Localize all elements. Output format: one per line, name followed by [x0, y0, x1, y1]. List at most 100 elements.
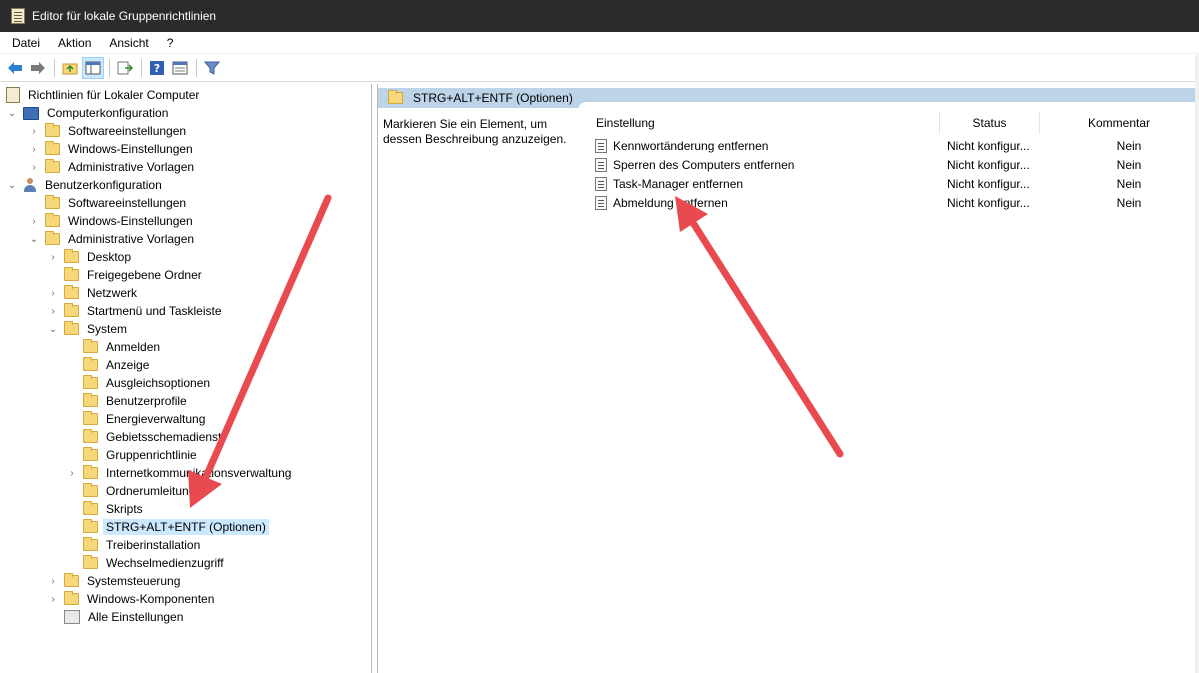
folder-icon	[83, 537, 98, 551]
tree-item-c-windows[interactable]: › Windows-Einstellungen	[28, 140, 196, 158]
chevron-right-icon[interactable]: ›	[28, 161, 40, 173]
chevron-right-icon[interactable]: ›	[28, 143, 40, 155]
properties-view-button[interactable]	[169, 57, 191, 79]
column-header-kommentar[interactable]: Kommentar	[1040, 112, 1198, 134]
chevron-down-icon[interactable]: ⌄	[6, 179, 18, 191]
tree-item-label: Windows-Komponenten	[87, 592, 215, 606]
chevron-right-icon[interactable]: ›	[66, 467, 78, 479]
tree-item-label: Desktop	[87, 250, 132, 264]
tree-item-gruppen[interactable]: Gruppenrichtlinie	[66, 446, 200, 464]
tree-item-wechsel[interactable]: Wechselmedienzugriff	[66, 554, 227, 572]
help-icon: ?	[150, 61, 164, 75]
tree-item-u-admin[interactable]: ⌄ Administrative Vorlagen	[28, 230, 197, 248]
folder-icon	[83, 429, 98, 443]
tree-item-systemsteuerung[interactable]: › Systemsteuerung	[47, 572, 183, 590]
up-folder-button[interactable]	[59, 57, 81, 79]
tree-item-c-software[interactable]: › Softwareeinstellungen	[28, 122, 189, 140]
tree-item-windows-komponenten[interactable]: › Windows-Komponenten	[47, 590, 217, 608]
tree-item-root[interactable]: Richtlinien für Lokaler Computer	[6, 86, 202, 104]
table-row[interactable]: Abmeldung entfernen Nicht konfigur... Ne…	[590, 193, 1198, 212]
menu-datei[interactable]: Datei	[5, 32, 47, 54]
table-row[interactable]: Kennwortänderung entfernen Nicht konfigu…	[590, 136, 1198, 155]
setting-name-cell: Kennwortänderung entfernen	[590, 138, 940, 153]
tree-item-gebiet[interactable]: Gebietsschemadienst	[66, 428, 224, 446]
policy-setting-icon	[595, 176, 607, 191]
tree-item-desktop[interactable]: › Desktop	[47, 248, 134, 266]
tree-item-freigegebene[interactable]: Freigegebene Ordner	[47, 266, 205, 284]
description-text: Markieren Sie ein Element, um dessen Bes…	[383, 117, 567, 146]
tree-item-benutzerprofile[interactable]: Benutzerprofile	[66, 392, 190, 410]
policy-setting-icon	[595, 195, 607, 210]
tree-item-alle-einstellungen[interactable]: Alle Einstellungen	[47, 608, 186, 626]
folder-icon	[45, 123, 60, 137]
tree-item-label: Windows-Einstellungen	[68, 214, 193, 228]
tree-item-label: Netzwerk	[87, 286, 138, 300]
folder-icon	[45, 141, 60, 155]
back-button[interactable]	[4, 57, 26, 79]
chevron-down-icon[interactable]: ⌄	[28, 233, 40, 245]
toolbar-separator	[109, 59, 110, 77]
tree-item-label: Gruppenrichtlinie	[106, 448, 197, 462]
chevron-down-icon[interactable]: ⌄	[6, 107, 18, 119]
setting-comment: Nein	[1116, 195, 1142, 210]
setting-comment: Nein	[1116, 138, 1142, 153]
tree-item-treiber[interactable]: Treiberinstallation	[66, 536, 203, 554]
tree-item-strg-alt-entf[interactable]: STRG+ALT+ENTF (Optionen)	[66, 518, 269, 536]
setting-name: Kennwortänderung entfernen	[613, 138, 769, 153]
tree-item-c-admin[interactable]: › Administrative Vorlagen	[28, 158, 197, 176]
tree-item-label: Benutzerkonfiguration	[45, 178, 162, 192]
vertical-scrollbar[interactable]	[1195, 55, 1199, 673]
tree-item-u-software[interactable]: Softwareeinstellungen	[28, 194, 189, 212]
tree-item-startmenu[interactable]: › Startmenü und Taskleiste	[47, 302, 225, 320]
show-hide-tree-button[interactable]	[82, 57, 104, 79]
tree-item-user-config[interactable]: ⌄ Benutzerkonfiguration	[6, 176, 165, 194]
toolbar-separator	[54, 59, 55, 77]
tree-item-skripts[interactable]: Skripts	[66, 500, 146, 518]
chevron-right-icon[interactable]: ›	[47, 593, 59, 605]
chevron-right-icon[interactable]: ›	[47, 251, 59, 263]
chevron-down-icon[interactable]: ⌄	[47, 323, 59, 335]
tree-item-computer-config[interactable]: ⌄ Computerkonfiguration	[6, 104, 171, 122]
chevron-right-icon[interactable]: ›	[28, 125, 40, 137]
chevron-right-icon[interactable]: ›	[28, 215, 40, 227]
chevron-right-icon[interactable]: ›	[47, 575, 59, 587]
policy-document-icon	[6, 87, 20, 103]
tree-item-label: Ausgleichsoptionen	[106, 376, 211, 390]
tree-item-u-windows[interactable]: › Windows-Einstellungen	[28, 212, 196, 230]
help-button[interactable]: ?	[146, 57, 168, 79]
tree-item-ausgleich[interactable]: Ausgleichsoptionen	[66, 374, 213, 392]
table-row[interactable]: Task-Manager entfernen Nicht konfigur...…	[590, 174, 1198, 193]
tree-item-energie[interactable]: Energieverwaltung	[66, 410, 208, 428]
folder-icon	[64, 573, 79, 587]
menu-bar: Datei Aktion Ansicht ?	[0, 32, 1199, 54]
export-list-button[interactable]	[114, 57, 136, 79]
tree-item-netzwerk[interactable]: › Netzwerk	[47, 284, 140, 302]
user-icon	[23, 178, 37, 192]
chevron-right-icon[interactable]: ›	[47, 305, 59, 317]
tree-item-internet[interactable]: › Internetkommunikationsverwaltung	[66, 464, 294, 482]
tree-item-system[interactable]: ⌄ System	[47, 320, 130, 338]
folder-icon	[83, 357, 98, 371]
folder-icon	[64, 267, 79, 281]
tree-item-ordnerumleitung[interactable]: Ordnerumleitung	[66, 482, 198, 500]
column-header-status[interactable]: Status	[940, 112, 1040, 134]
setting-name-cell: Abmeldung entfernen	[590, 195, 940, 210]
menu-aktion[interactable]: Aktion	[51, 32, 98, 54]
tree-item-label: Treiberinstallation	[106, 538, 201, 552]
column-header-einstellung[interactable]: Einstellung	[590, 112, 940, 134]
folder-icon	[83, 465, 98, 479]
tree-item-anzeige[interactable]: Anzeige	[66, 356, 152, 374]
table-row[interactable]: Sperren des Computers entfernen Nicht ko…	[590, 155, 1198, 174]
chevron-right-icon[interactable]: ›	[47, 287, 59, 299]
forward-button[interactable]	[27, 57, 49, 79]
menu-ansicht[interactable]: Ansicht	[102, 32, 155, 54]
menu-help[interactable]: ?	[160, 32, 181, 54]
tree-item-anmelden[interactable]: Anmelden	[66, 338, 163, 356]
filter-button[interactable]	[201, 57, 223, 79]
